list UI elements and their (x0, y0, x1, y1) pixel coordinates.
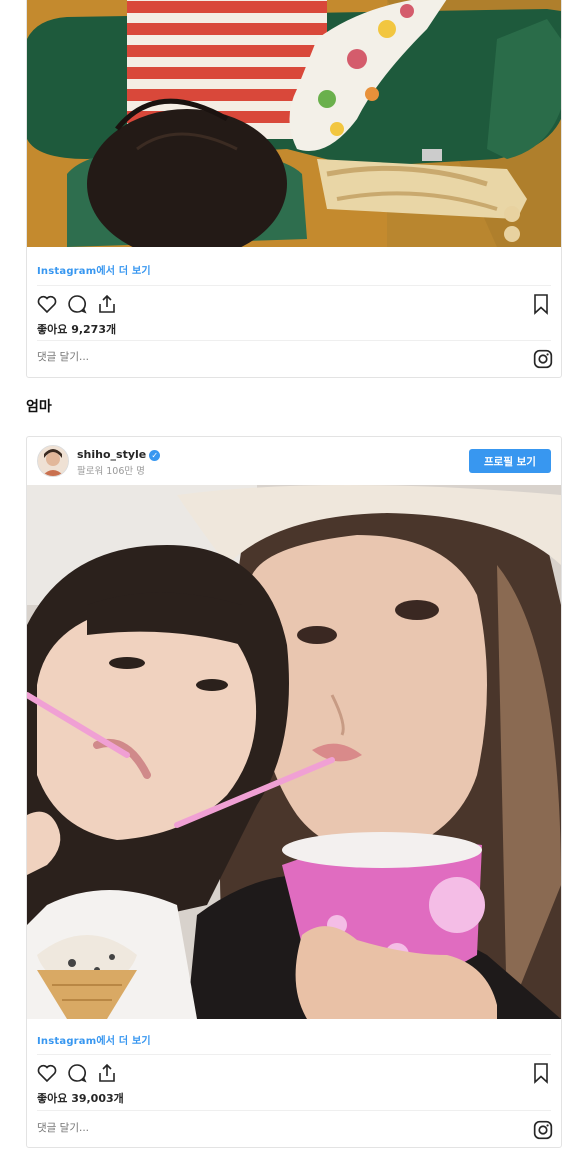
comment-input[interactable] (37, 351, 437, 363)
heart-icon[interactable] (35, 292, 59, 316)
avatar-image (38, 446, 68, 476)
divider (37, 285, 551, 286)
heart-icon[interactable] (35, 1061, 59, 1085)
verified-badge-icon: ✓ (149, 449, 161, 461)
post-actions-bar (35, 1061, 553, 1087)
avatar[interactable] (37, 445, 69, 477)
divider (37, 1054, 551, 1055)
mother-daughter-selfie-image (27, 485, 561, 1019)
post-photo-2[interactable] (27, 485, 561, 1019)
username-text[interactable]: shiho_style (77, 448, 146, 461)
view-on-instagram-link[interactable]: Instagram에서 더 보기 (37, 1032, 151, 1047)
instagram-icon[interactable] (533, 349, 553, 369)
instagram-icon[interactable] (533, 1120, 553, 1140)
post-actions-bar (35, 292, 553, 318)
share-icon[interactable] (95, 1061, 119, 1085)
follower-count: 팔로워 106만 명 (77, 466, 145, 477)
comment-icon[interactable] (65, 292, 89, 316)
bookmark-icon[interactable] (529, 292, 553, 316)
instagram-embed-post-2: shiho_style ✓ 팔로워 106만 명 프로필 보기 Instagra… (26, 436, 562, 1148)
divider (37, 340, 551, 341)
likes-count: 좋아요 39,003개 (37, 1092, 124, 1105)
post-photo-1[interactable] (27, 0, 561, 247)
username[interactable]: shiho_style ✓ (77, 448, 161, 461)
comment-icon[interactable] (65, 1061, 89, 1085)
view-on-instagram-link[interactable]: Instagram에서 더 보기 (37, 262, 151, 277)
likes-count: 좋아요 9,273개 (37, 323, 117, 336)
comment-input[interactable] (37, 1122, 437, 1134)
child-on-massage-table-image (27, 0, 561, 247)
bookmark-icon[interactable] (529, 1061, 553, 1085)
instagram-embed-post-1: Instagram에서 더 보기 좋아요 9,273개 (26, 0, 562, 378)
divider (37, 1110, 551, 1111)
section-heading: 엄마 (26, 399, 52, 415)
share-icon[interactable] (95, 292, 119, 316)
view-profile-button[interactable]: 프로필 보기 (469, 449, 551, 473)
